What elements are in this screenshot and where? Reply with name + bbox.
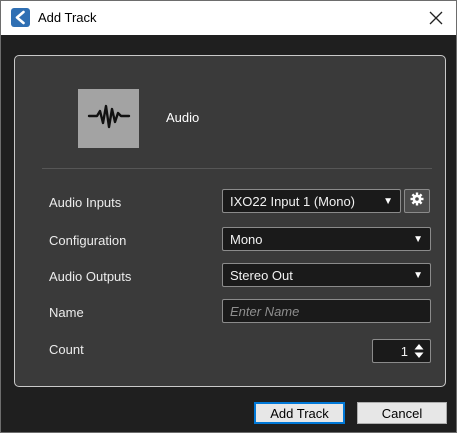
dropdown-arrow-icon: ▼ (413, 234, 423, 245)
waveform-icon (87, 101, 131, 136)
add-track-button[interactable]: Add Track (254, 402, 345, 424)
audio-outputs-label: Audio Outputs (49, 269, 132, 284)
track-settings-panel: Audio Audio Inputs IXO22 Input 1 (Mono) … (14, 55, 446, 387)
add-track-dialog: Add Track Audio Audio Inputs IXO22 Input… (0, 0, 457, 433)
audio-outputs-select[interactable]: Stereo Out ▼ (222, 263, 431, 287)
dropdown-arrow-icon: ▼ (413, 270, 423, 281)
audio-inputs-select[interactable]: IXO22 Input 1 (Mono) ▼ (222, 189, 401, 213)
divider (42, 168, 432, 169)
name-input[interactable] (230, 303, 420, 319)
configuration-select[interactable]: Mono ▼ (222, 227, 431, 251)
cubase-app-icon (11, 8, 30, 27)
audio-inputs-value: IXO22 Input 1 (Mono) (230, 193, 356, 209)
close-icon[interactable] (424, 6, 448, 30)
dropdown-arrow-icon: ▼ (383, 196, 393, 207)
spin-arrows-icon[interactable] (414, 344, 424, 358)
track-type-tile[interactable] (78, 89, 139, 148)
configuration-value: Mono (230, 231, 263, 247)
name-label: Name (49, 305, 84, 320)
gear-icon (410, 192, 424, 211)
audio-outputs-value: Stereo Out (230, 267, 293, 283)
cancel-button[interactable]: Cancel (357, 402, 447, 424)
audio-inputs-label: Audio Inputs (49, 195, 122, 210)
name-field[interactable] (222, 299, 431, 323)
configuration-label: Configuration (49, 233, 127, 248)
audio-inputs-settings-button[interactable] (404, 189, 430, 213)
count-stepper[interactable]: 1 (372, 339, 431, 363)
count-value: 1 (400, 344, 408, 359)
window-title: Add Track (38, 10, 97, 25)
track-type-label: Audio (166, 110, 200, 125)
count-label: Count (49, 342, 84, 357)
title-bar: Add Track (1, 1, 456, 35)
